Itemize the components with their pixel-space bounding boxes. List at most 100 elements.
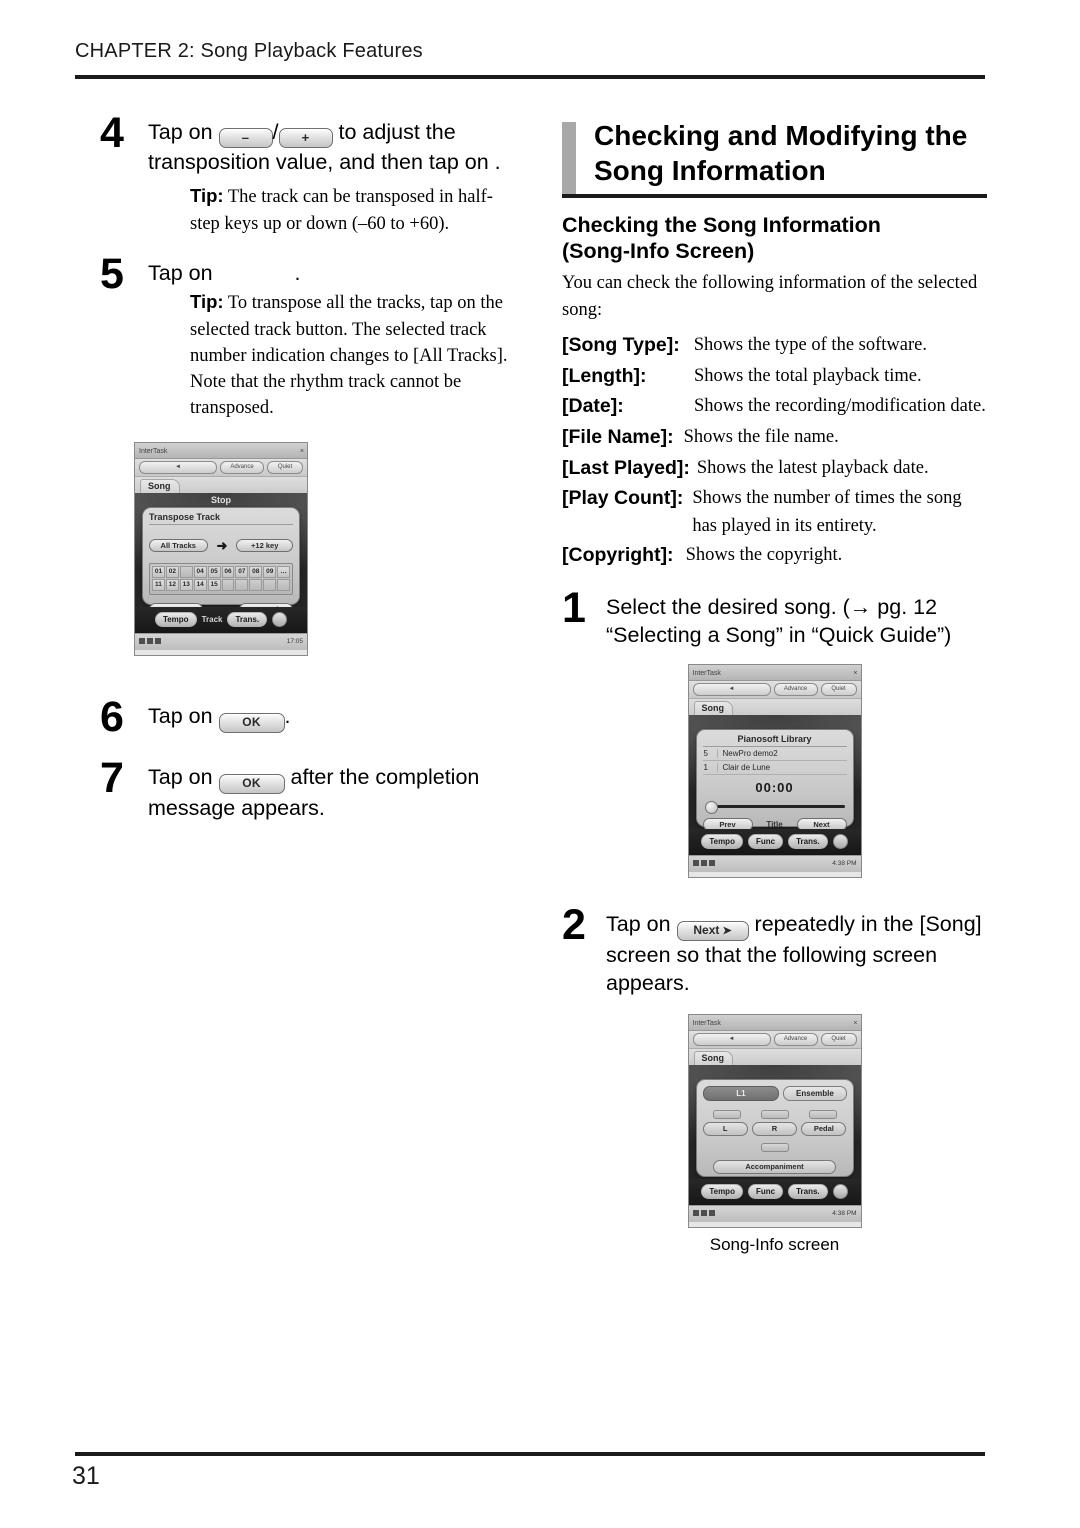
quiet-button[interactable]: Quiet <box>267 460 303 474</box>
tempo-button[interactable]: Tempo <box>154 612 197 628</box>
track-cell[interactable]: 01 <box>152 565 165 578</box>
transpose-screenshot-wrap: InterTask × ◄ Advance Quiet Song Stop Tr… <box>134 441 520 656</box>
shot-titlebar: InterTask × <box>688 664 861 681</box>
accompaniment-slider-row <box>703 1142 847 1152</box>
close-icon[interactable]: × <box>853 1020 857 1027</box>
intro-paragraph: You can check the following information … <box>562 273 978 321</box>
track-cell[interactable]: … <box>277 565 291 578</box>
quiet-button[interactable]: Quiet <box>820 682 857 696</box>
list-item[interactable]: 5 NewPro demo2 <box>702 747 847 761</box>
more-dot-icon[interactable] <box>832 834 848 850</box>
navigation-center-label: Title <box>766 819 783 829</box>
toolbar-slot[interactable]: ◄ <box>692 1032 771 1046</box>
step-7-body: Tap on OK after the completion message a… <box>148 763 520 822</box>
accompaniment-slider[interactable] <box>760 1142 789 1152</box>
track-cell[interactable]: 12 <box>165 578 179 591</box>
track-cell <box>221 578 235 591</box>
track-cell[interactable] <box>179 565 193 578</box>
part-button-left[interactable]: L <box>702 1121 748 1136</box>
definition-term: [Song Type]: <box>562 334 680 357</box>
track-cell[interactable]: 02 <box>165 565 179 578</box>
definition-term: [File Name]: <box>562 425 674 448</box>
part-slider[interactable] <box>808 1109 837 1119</box>
list-item-name: Clair de Lune <box>722 762 771 772</box>
track-grid-row: 11 12 13 14 15 <box>152 578 291 591</box>
track-cell[interactable]: 11 <box>152 578 165 591</box>
part-selected-slot[interactable]: L1 <box>702 1085 780 1101</box>
footbar-center-label: Track <box>201 615 223 625</box>
track-cell[interactable]: 08 <box>249 565 263 578</box>
status-left-icons <box>692 1209 717 1218</box>
manual-page: CHAPTER 2: Song Playback Features 4 Tap … <box>0 0 1080 1528</box>
trans-button[interactable]: Trans. <box>227 612 268 628</box>
part-button-row: L R Pedal <box>702 1121 847 1136</box>
next-button-icon[interactable]: Next ➤ <box>676 920 749 941</box>
transpose-value-pill[interactable]: +12 key <box>236 539 293 553</box>
track-cell[interactable]: 07 <box>235 565 249 578</box>
part-slider[interactable] <box>760 1109 789 1119</box>
trans-button[interactable]: Trans. <box>788 834 828 850</box>
tab-song[interactable]: Song <box>140 478 180 493</box>
close-icon[interactable]: × <box>853 670 857 677</box>
step-2: 2 Tap on Next ➤ repeatedly in the [Song]… <box>562 903 987 998</box>
tab-song[interactable]: Song <box>693 1050 733 1065</box>
track-cell[interactable]: 13 <box>179 578 193 591</box>
minus-button-icon[interactable]: – <box>218 128 273 148</box>
section-title-line-2: Song Information <box>594 155 826 186</box>
step-5-body: Tap on . <box>148 259 520 287</box>
step-7-text-before: Tap on <box>148 764 213 789</box>
toolbar-slot[interactable]: ◄ <box>692 682 771 696</box>
track-cell[interactable]: 05 <box>207 565 221 578</box>
advance-button[interactable]: Advance <box>773 682 818 696</box>
part-button-pedal[interactable]: Pedal <box>801 1121 847 1136</box>
song-screenshot-wrap: InterTask × ◄ Advance Quiet Song Pianoso… <box>562 663 987 878</box>
tempo-button[interactable]: Tempo <box>701 1184 743 1200</box>
step-1: 1 Select the desired song. (→ pg. 12 “Se… <box>562 587 987 650</box>
close-icon[interactable]: × <box>300 448 304 455</box>
shot-tabrow: Song <box>688 1048 861 1065</box>
list-item[interactable]: 1 Clair de Lune <box>702 761 847 775</box>
advance-button[interactable]: Advance <box>220 460 264 474</box>
tempo-button[interactable]: Tempo <box>701 834 743 850</box>
definition-description: Shows the recording/modification date. <box>694 396 986 417</box>
shot-tabrow: Song <box>135 476 307 493</box>
trans-button[interactable]: Trans. <box>788 1184 828 1200</box>
definition-description: Shows the file name. <box>683 426 839 447</box>
part-ensemble-slot[interactable]: Ensemble <box>783 1085 847 1101</box>
toolbar-slot[interactable]: ◄ <box>139 460 217 474</box>
quiet-button[interactable]: Quiet <box>820 1032 857 1046</box>
transpose-track-screenshot: InterTask × ◄ Advance Quiet Song Stop Tr… <box>134 441 308 656</box>
step-1-number: 1 <box>562 584 586 633</box>
track-cell[interactable]: 15 <box>207 578 221 591</box>
accompaniment-button[interactable]: Accompaniment <box>713 1159 836 1174</box>
all-tracks-button[interactable]: All Tracks <box>149 539 208 553</box>
track-cell[interactable]: 09 <box>263 565 277 578</box>
step-6-text-before: Tap on <box>148 703 213 728</box>
more-dot-icon[interactable] <box>832 1184 848 1200</box>
shot-statusbar: 4:38 PM <box>688 1204 861 1222</box>
part-panel: L1 Ensemble L R Pedal Accompaniment <box>695 1078 854 1198</box>
part-button-right[interactable]: R <box>751 1121 798 1136</box>
part-slider[interactable] <box>712 1109 741 1119</box>
info-screenshot-wrap: InterTask × ◄ Advance Quiet Song L1 Ense… <box>562 1013 987 1228</box>
more-dot-icon[interactable] <box>272 612 288 628</box>
shot-statusbar: 17:05 <box>135 632 307 650</box>
step-4-text-before: Tap on <box>148 120 213 144</box>
track-cell <box>263 578 277 591</box>
tab-song[interactable]: Song <box>693 700 733 715</box>
track-cell[interactable]: 04 <box>193 565 207 578</box>
track-cell[interactable]: 14 <box>193 578 207 591</box>
step-4-tip: Tip: The track can be transposed in half… <box>190 183 520 237</box>
advance-button[interactable]: Advance <box>773 1032 818 1046</box>
list-item-index: 5 <box>704 748 718 758</box>
ok-button-icon[interactable]: OK <box>218 773 285 794</box>
track-cell[interactable]: 06 <box>221 565 235 578</box>
slider-knob[interactable] <box>704 800 718 814</box>
playback-time: 00:00 <box>755 779 794 795</box>
func-button[interactable]: Func <box>747 834 784 850</box>
tip-text: To transpose all the tracks, tap on the … <box>190 293 508 419</box>
playback-slider[interactable] <box>704 800 845 814</box>
func-button[interactable]: Func <box>747 1184 784 1200</box>
ok-button-icon[interactable]: OK <box>218 712 285 733</box>
plus-button-icon[interactable]: + <box>278 128 333 148</box>
